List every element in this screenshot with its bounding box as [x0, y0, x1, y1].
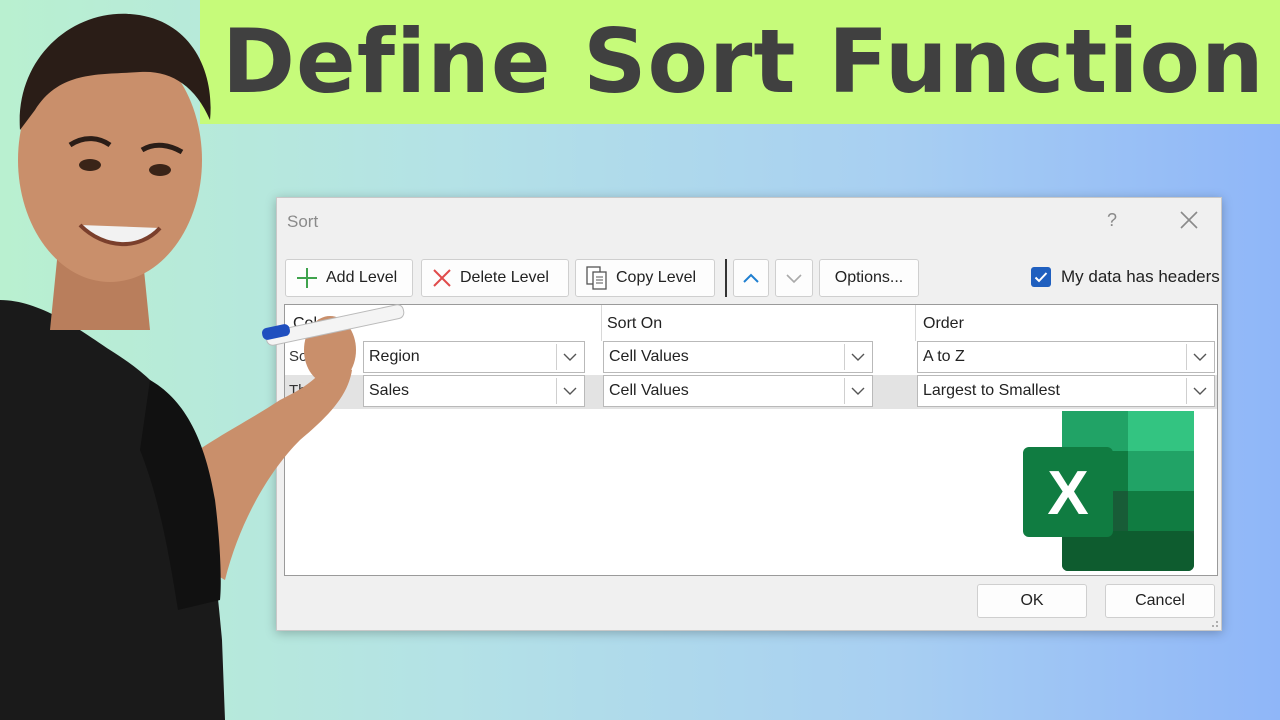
close-icon [1180, 211, 1198, 229]
delete-x-icon [433, 269, 451, 287]
headers-label: My data has headers [1061, 267, 1220, 286]
delete-level-button[interactable]: Delete Level [421, 259, 569, 297]
chevron-down-icon [1193, 353, 1206, 361]
copy-level-label: Copy Level [616, 269, 697, 286]
column-header: Column [293, 315, 349, 332]
copy-icon [586, 266, 607, 290]
headline: Define Sort Function [222, 10, 1265, 113]
row-label: Sort by [289, 348, 337, 365]
sort-on-header: Sort On [607, 315, 663, 332]
column-value: Sales [369, 382, 410, 399]
sort-on-select[interactable]: Cell Values [603, 341, 873, 373]
order-value: A to Z [923, 348, 965, 365]
column-select[interactable]: Sales [363, 375, 585, 407]
excel-logo: X [1022, 411, 1198, 573]
help-button[interactable]: ? [1107, 210, 1117, 231]
dropdown-arrow[interactable] [556, 378, 582, 404]
dropdown-arrow[interactable] [1186, 378, 1212, 404]
options-button[interactable]: Options... [819, 259, 919, 297]
chevron-down-icon [563, 353, 576, 361]
order-select[interactable]: Largest to Smallest [917, 375, 1215, 407]
chevron-up-icon [743, 273, 759, 283]
order-header: Order [923, 315, 964, 332]
plus-icon [297, 268, 317, 288]
column-divider [915, 305, 916, 341]
order-value: Largest to Smallest [923, 382, 1060, 399]
chevron-down-icon [1193, 387, 1206, 395]
chevron-down-icon [563, 387, 576, 395]
chevron-down-icon [786, 274, 802, 284]
order-select[interactable]: A to Z [917, 341, 1215, 373]
dropdown-arrow[interactable] [556, 344, 582, 370]
dropdown-arrow[interactable] [844, 378, 870, 404]
options-label: Options... [834, 269, 904, 286]
add-level-button[interactable]: Add Level [285, 259, 413, 297]
chevron-down-icon [851, 353, 864, 361]
row-label: Then by [289, 382, 344, 399]
column-value: Region [369, 348, 420, 365]
headers-checkbox[interactable] [1031, 267, 1051, 287]
sort-level-row[interactable]: Then by Sales Cell Values Largest to Sma… [285, 375, 1217, 409]
close-button[interactable] [1177, 208, 1201, 232]
cancel-button[interactable]: Cancel [1105, 584, 1215, 618]
move-down-button[interactable] [775, 259, 813, 297]
column-select[interactable]: Region [363, 341, 585, 373]
add-level-label: Add Level [326, 269, 398, 286]
sort-level-row[interactable]: Sort by Region Cell Values A to Z [285, 341, 1217, 375]
chevron-down-icon [851, 387, 864, 395]
delete-level-label: Delete Level [460, 269, 549, 286]
dropdown-arrow[interactable] [1186, 344, 1212, 370]
dialog-toolbar: Add Level Delete Level Copy Level Option… [285, 259, 1220, 297]
copy-level-button[interactable]: Copy Level [575, 259, 715, 297]
dropdown-arrow[interactable] [844, 344, 870, 370]
headers-checkbox-row[interactable]: My data has headers [1031, 267, 1220, 287]
excel-x-letter: X [1047, 459, 1088, 528]
sort-on-value: Cell Values [609, 382, 689, 399]
column-divider [601, 305, 602, 341]
sort-on-value: Cell Values [609, 348, 689, 365]
toolbar-separator [725, 259, 727, 297]
dialog-title: Sort [287, 212, 319, 231]
move-up-button[interactable] [733, 259, 769, 297]
checkmark-icon [1034, 272, 1048, 283]
sort-on-select[interactable]: Cell Values [603, 375, 873, 407]
resize-grip-icon[interactable] [1209, 618, 1219, 628]
ok-button[interactable]: OK [977, 584, 1087, 618]
